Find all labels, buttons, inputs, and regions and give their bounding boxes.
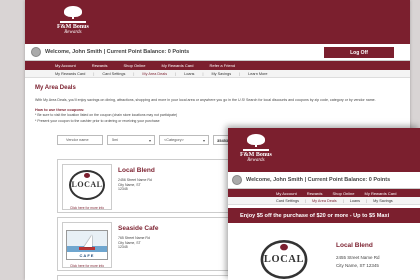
welcome-text: Welcome, John Smith | Current Point Bala…	[45, 49, 190, 55]
subnav-my-savings[interactable]: My Savings	[373, 199, 393, 203]
nav-rewards[interactable]: Rewards	[92, 63, 108, 68]
coffee-logo-icon: LOCAL	[67, 170, 107, 204]
brand-tagline: Rewards	[64, 30, 82, 35]
more-info-link[interactable]: Click here for more info	[62, 264, 112, 268]
nav-my-account[interactable]: My Account	[55, 63, 76, 68]
deal-address: 2456 Street Name Rd City Name, ST 12345	[118, 178, 152, 192]
nav-my-rewards-card[interactable]: My Rewards Card	[162, 63, 194, 68]
welcome-bar: Welcome, John Smith | Current Point Bala…	[228, 172, 420, 189]
deal-card[interactable]	[57, 275, 237, 280]
deal-detail-window: F&M Bonus Rewards Welcome, John Smith | …	[228, 128, 420, 280]
nav-my-rewards-card[interactable]: My Rewards Card	[365, 191, 397, 196]
nav-refer-a-friend[interactable]: Refer a Friend	[210, 63, 236, 68]
coffee-logo-icon: LOCAL	[258, 240, 310, 280]
welcome-bar: Welcome, John Smith | Current Point Bala…	[25, 44, 410, 61]
promo-banner: Enjoy $5 off the purchase of $20 or more…	[228, 208, 420, 223]
nav-shop-online[interactable]: Shop Online	[123, 63, 145, 68]
sub-nav: My Rewards Card | Card Settings | My Area …	[25, 70, 410, 78]
subnav-card-settings[interactable]: Card Settings	[276, 199, 299, 203]
deal-logo: LOCAL	[62, 164, 112, 210]
subnav-my-area-deals[interactable]: My Area Deals	[142, 72, 167, 76]
main-nav: My Account Rewards Shop Online My Reward…	[25, 61, 410, 70]
deal-card[interactable]: LOCAL Click here for more info Local Ble…	[57, 159, 237, 213]
tree-icon	[246, 134, 265, 147]
sub-nav: Card Settings | My Area Deals | Loans | My …	[228, 197, 420, 205]
subnav-card-settings[interactable]: Card Settings	[102, 72, 125, 76]
site-header: F&M Bonus Rewards	[25, 0, 410, 44]
nav-shop-online[interactable]: Shop Online	[332, 191, 354, 196]
tree-icon	[63, 6, 82, 19]
brand-logo[interactable]: F&M Bonus Rewards	[57, 6, 89, 35]
deal-address: 765 Street Name Rd City Name, ST 12345	[118, 236, 150, 250]
more-info-link[interactable]: Click here for more info	[62, 206, 112, 210]
intro-text: With My Area Deals, you'll enjoy savings…	[35, 98, 376, 102]
deal-name[interactable]: Seaside Cafe	[118, 225, 158, 232]
howto-step: * Present your coupon to the cashier pri…	[35, 118, 160, 123]
brand-tagline: Rewards	[247, 158, 265, 163]
avatar	[31, 47, 41, 57]
avatar	[232, 175, 242, 185]
deal-logo: LOCAL	[258, 240, 308, 279]
site-header: F&M Bonus Rewards	[228, 128, 420, 172]
nav-my-account[interactable]: My Account	[276, 191, 297, 196]
brand-logo[interactable]: F&M Bonus Rewards	[240, 134, 272, 163]
deal-name[interactable]: Local Blend	[118, 167, 155, 174]
deal-card[interactable]: CAFE Click here for more info Seaside Ca…	[57, 217, 237, 271]
subnav-loans[interactable]: Loans	[350, 199, 360, 203]
deal-name[interactable]: Local Blend	[336, 242, 373, 249]
category-select[interactable]: <Category>	[159, 135, 209, 146]
howto-title: How to use these coupons:	[35, 108, 85, 113]
page-title: My Area Deals	[35, 85, 76, 91]
deal-address: 2455 Street Name Rd City Name, ST 12345	[336, 255, 380, 269]
subnav-my-savings[interactable]: My Savings	[211, 72, 231, 76]
main-nav: My Account Rewards Shop Online My Reward…	[228, 189, 420, 197]
subnav-learn-more[interactable]: Learn More	[248, 72, 267, 76]
subnav-my-rewards-card[interactable]: My Rewards Card	[55, 72, 85, 76]
welcome-text: Welcome, John Smith | Current Point Bala…	[246, 177, 391, 183]
howto-step: * Be sure to visit the location listed o…	[35, 113, 178, 118]
logoff-button[interactable]: Log Off	[324, 47, 394, 58]
subnav-my-area-deals[interactable]: My Area Deals	[312, 199, 337, 203]
vendor-search-input[interactable]: Vendor name	[57, 135, 103, 146]
sailboat-logo-icon: CAFE	[66, 230, 108, 260]
subnav-loans[interactable]: Loans	[184, 72, 194, 76]
radius-select[interactable]: 5mi	[107, 135, 155, 146]
nav-rewards[interactable]: Rewards	[307, 191, 323, 196]
deal-logo: CAFE	[62, 222, 112, 268]
